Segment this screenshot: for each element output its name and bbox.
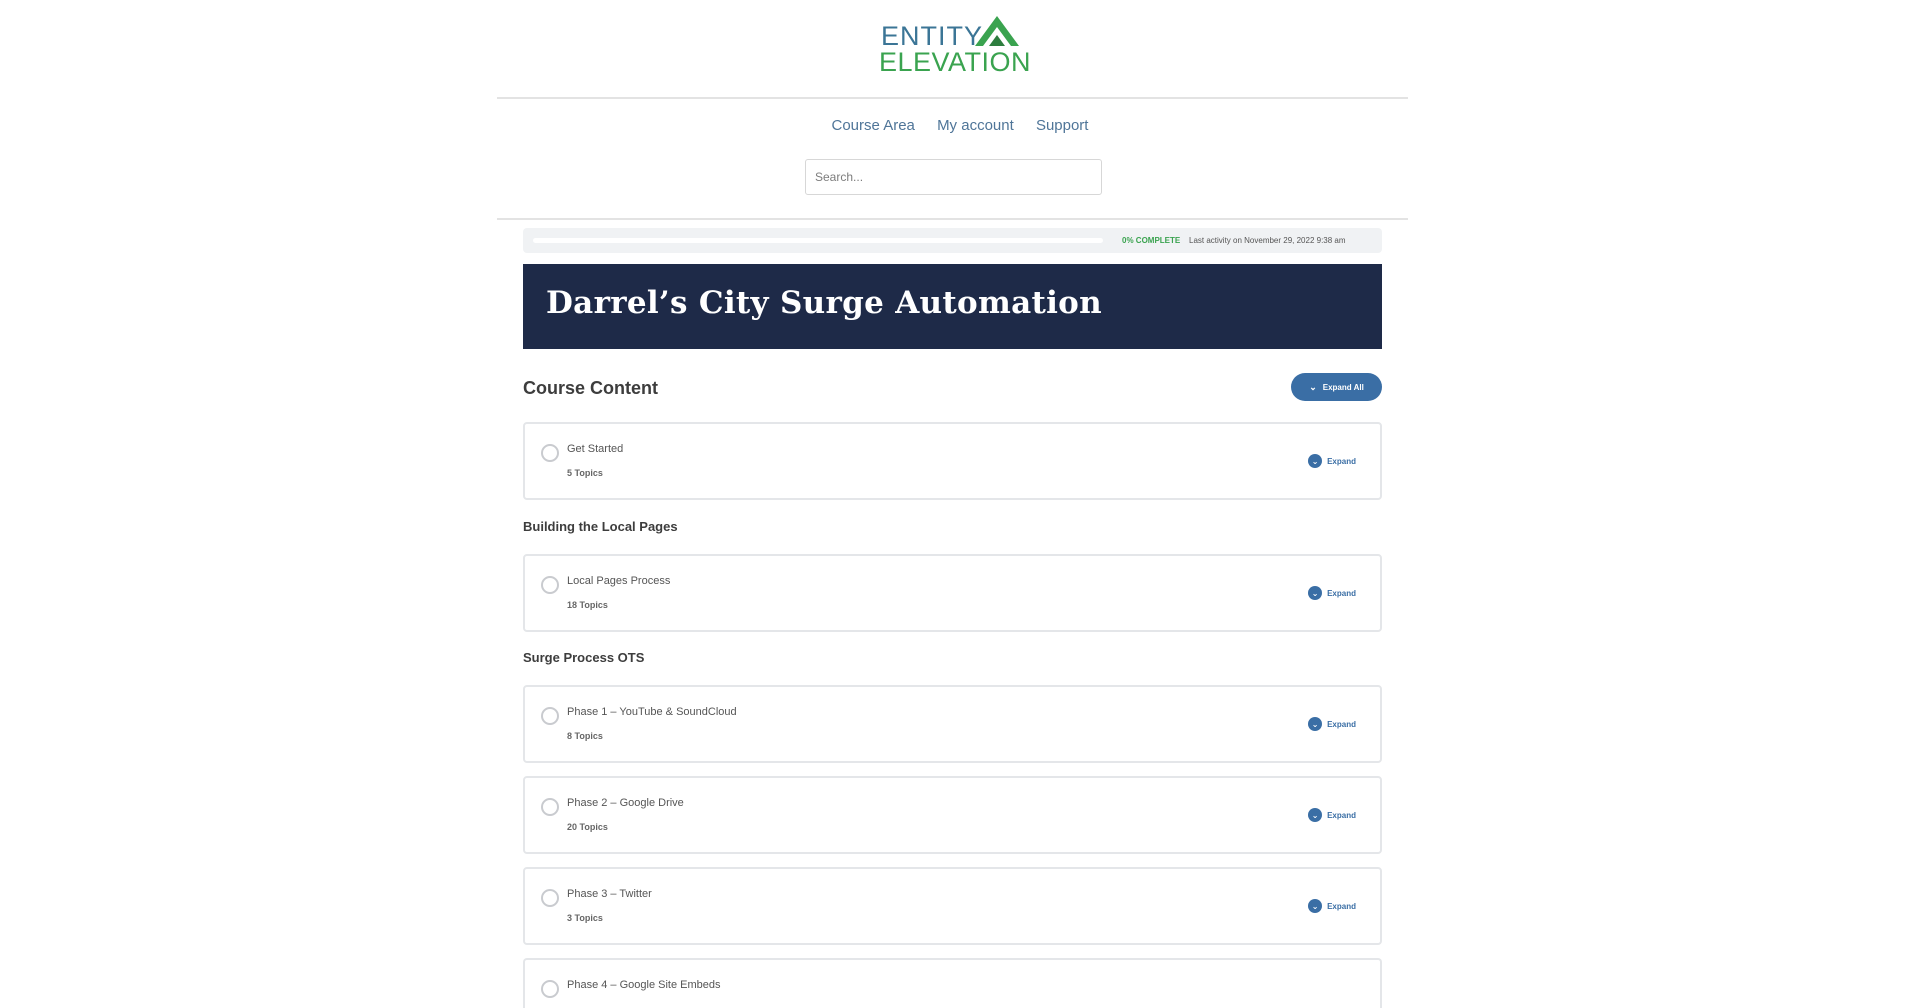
lesson-title[interactable]: Get Started <box>567 443 623 455</box>
mountain-peak-icon <box>975 16 1019 46</box>
lesson-phase-3[interactable]: Phase 3 – Twitter 3 Topics ⌄ Expand <box>523 867 1382 945</box>
lesson-status-circle-icon <box>541 889 559 907</box>
course-title-banner: Darrel’s City Surge Automation <box>523 264 1382 349</box>
chevron-down-icon: ⌄ <box>1309 381 1317 392</box>
lesson-topic-count: 20 Topics <box>567 822 608 832</box>
nav-course-area[interactable]: Course Area <box>832 117 915 134</box>
progress-track <box>533 238 1103 243</box>
chevron-down-icon: ⌄ <box>1308 899 1323 913</box>
nav-support[interactable]: Support <box>1036 117 1089 134</box>
lesson-topic-count: 18 Topics <box>567 600 608 610</box>
lesson-expand-button[interactable]: ⌄ Expand <box>1308 586 1356 600</box>
lesson-topic-count: 3 Topics <box>567 913 603 923</box>
expand-all-button[interactable]: ⌄ Expand All <box>1291 373 1382 401</box>
lesson-expand-button[interactable]: ⌄ Expand <box>1308 808 1356 822</box>
header-divider <box>497 97 1408 99</box>
lesson-local-pages-process[interactable]: Local Pages Process 18 Topics ⌄ Expand <box>523 554 1382 632</box>
lesson-expand-button[interactable]: ⌄ Expand <box>1308 454 1356 468</box>
progress-status-bar: 0% COMPLETE Last activity on November 29… <box>523 228 1382 253</box>
course-title: Darrel’s City Surge Automation <box>546 285 1102 321</box>
nav-my-account[interactable]: My account <box>937 117 1014 134</box>
lesson-expand-button[interactable]: ⌄ Expand <box>1308 899 1356 913</box>
lesson-status-circle-icon <box>541 798 559 816</box>
section-heading-surge-process-ots: Surge Process OTS <box>523 650 645 665</box>
main-nav: Course Area My account Support <box>0 117 1920 134</box>
chevron-down-icon: ⌄ <box>1308 808 1323 822</box>
expand-all-label: Expand All <box>1322 382 1364 392</box>
lesson-status-circle-icon <box>541 444 559 462</box>
search-input[interactable] <box>805 159 1102 195</box>
lesson-get-started[interactable]: Get Started 5 Topics ⌄ Expand <box>523 422 1382 500</box>
section-heading-building-local-pages: Building the Local Pages <box>523 519 678 534</box>
lesson-phase-2[interactable]: Phase 2 – Google Drive 20 Topics ⌄ Expand <box>523 776 1382 854</box>
lesson-status-circle-icon <box>541 576 559 594</box>
logo-text-line2: ELEVATION <box>879 47 1032 77</box>
lesson-title[interactable]: Phase 4 – Google Site Embeds <box>567 979 720 991</box>
lesson-status-circle-icon <box>541 707 559 725</box>
entity-elevation-logo[interactable]: ENTITY ELEVATION <box>879 16 1033 77</box>
lesson-topic-count: 5 Topics <box>567 468 603 478</box>
chevron-down-icon: ⌄ <box>1308 454 1323 468</box>
course-content-heading: Course Content <box>523 378 658 398</box>
last-activity-text: Last activity on November 29, 2022 9:38 … <box>1189 236 1346 245</box>
lesson-title[interactable]: Local Pages Process <box>567 575 670 587</box>
site-header: ENTITY ELEVATION <box>0 0 1920 100</box>
chevron-down-icon: ⌄ <box>1308 586 1323 600</box>
lesson-phase-1[interactable]: Phase 1 – YouTube & SoundCloud 8 Topics … <box>523 685 1382 763</box>
lesson-title[interactable]: Phase 1 – YouTube & SoundCloud <box>567 706 737 718</box>
chevron-down-icon: ⌄ <box>1308 717 1323 731</box>
progress-percent-label: 0% COMPLETE <box>1122 236 1181 245</box>
lesson-title[interactable]: Phase 2 – Google Drive <box>567 797 684 809</box>
lesson-topic-count: 8 Topics <box>567 731 603 741</box>
lesson-title[interactable]: Phase 3 – Twitter <box>567 888 652 900</box>
lesson-status-circle-icon <box>541 980 559 998</box>
lesson-expand-button[interactable]: ⌄ Expand <box>1308 717 1356 731</box>
nav-divider <box>497 218 1408 220</box>
